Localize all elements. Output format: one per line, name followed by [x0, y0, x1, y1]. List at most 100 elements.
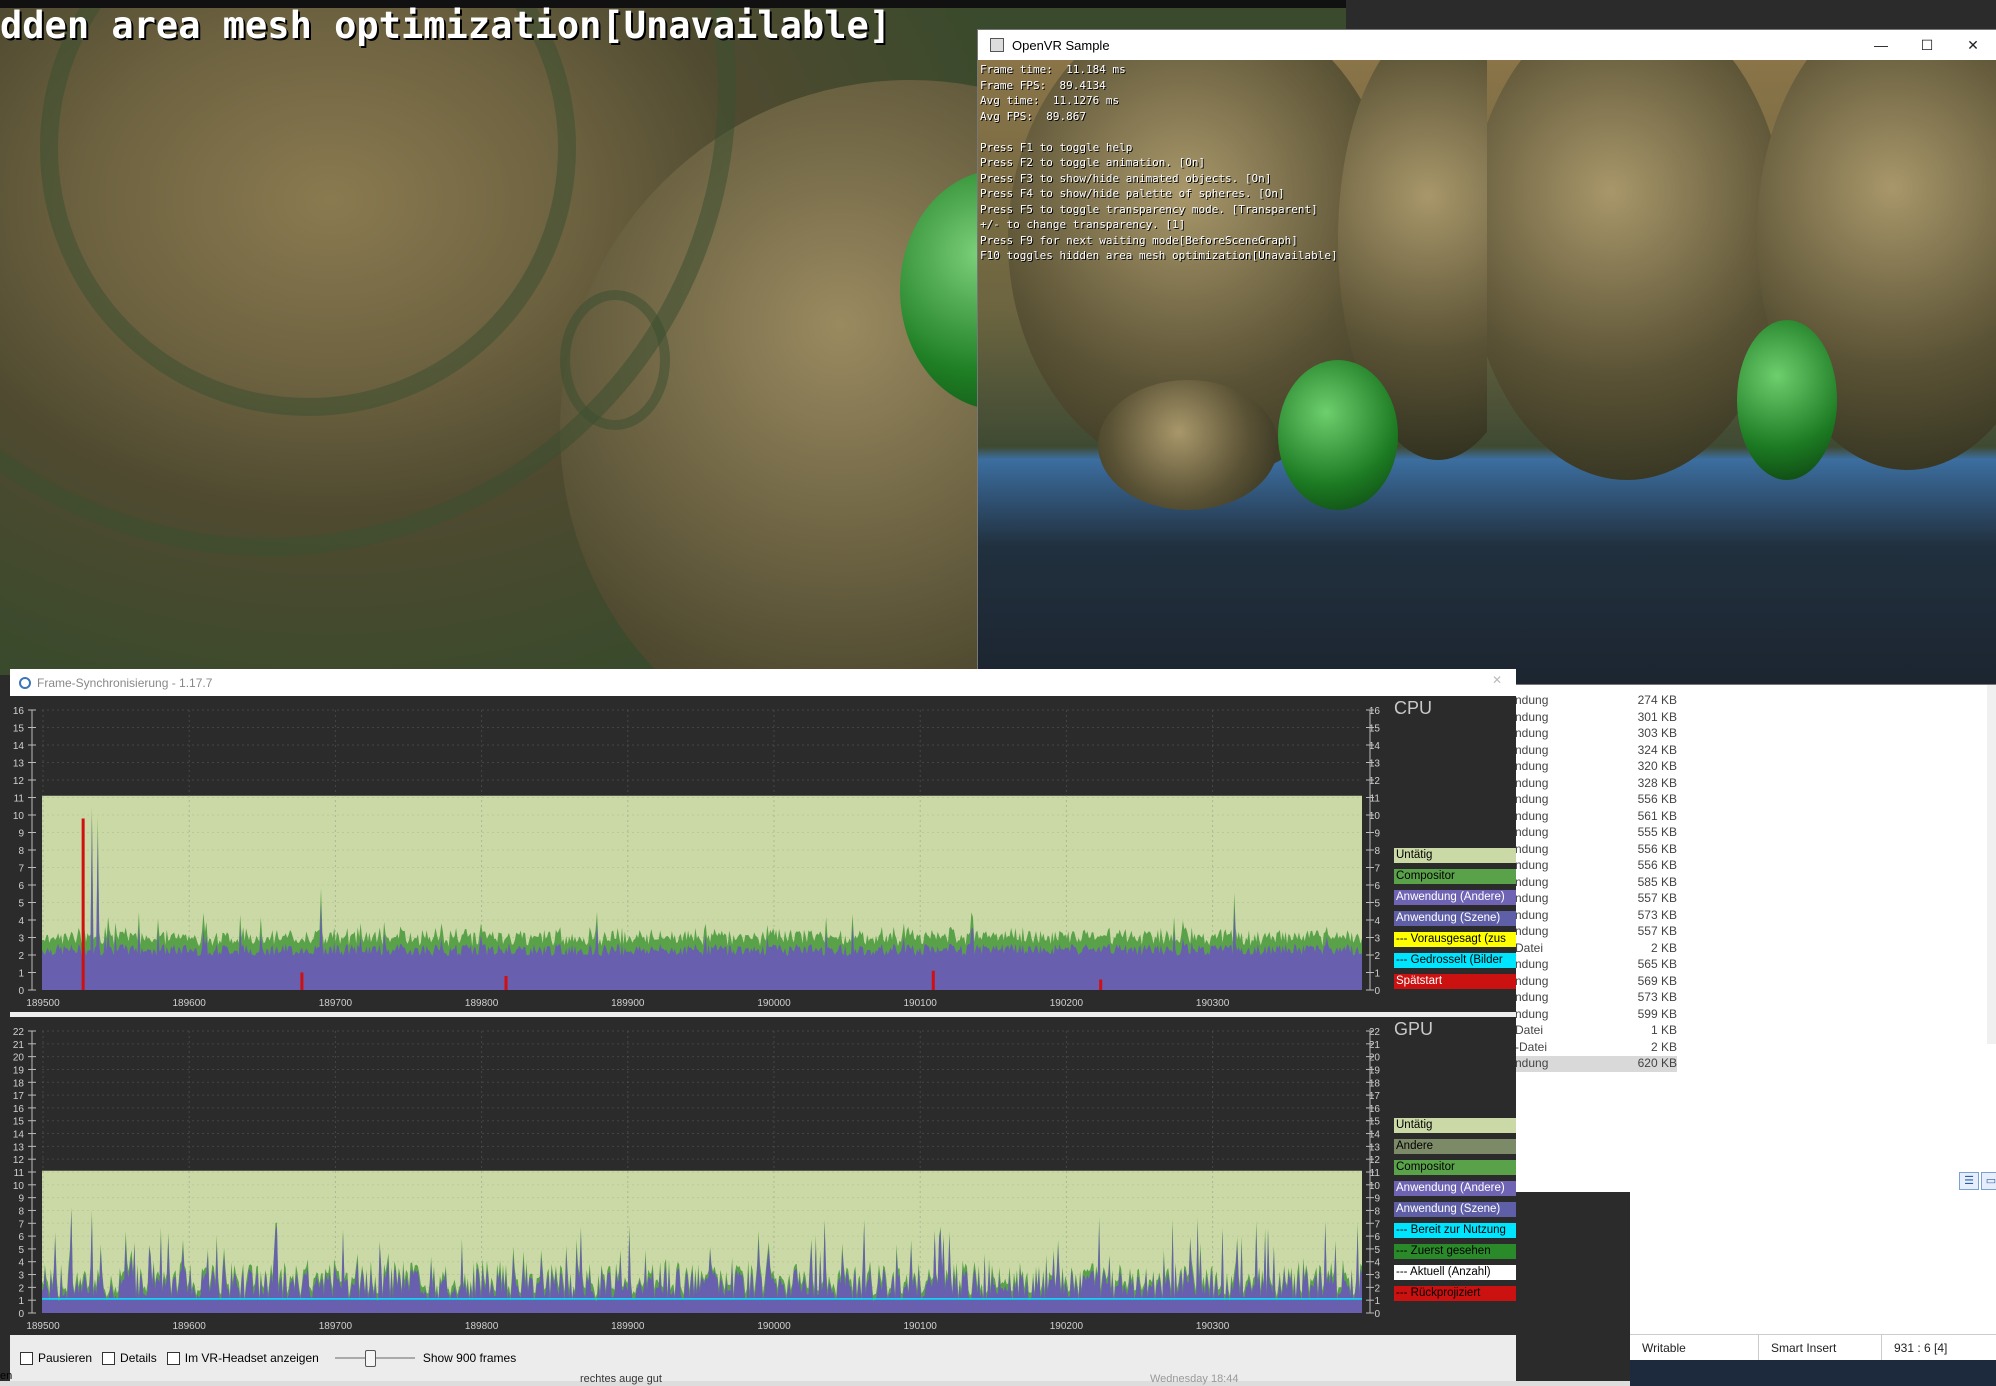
file-row[interactable]: ndung 320 KB: [1497, 759, 1677, 775]
file-size: 557 KB: [1637, 924, 1677, 938]
y-tick-label: 4: [18, 916, 24, 927]
file-row[interactable]: -Datei 2 KB: [1497, 1040, 1677, 1056]
legend-item[interactable]: Anwendung (Szene): [1394, 1202, 1516, 1217]
frames-label: Show 900 frames: [422, 1351, 517, 1365]
checkbox-box[interactable]: [102, 1351, 116, 1365]
file-name: ndung: [1515, 1006, 1549, 1021]
frame-timing-window[interactable]: Frame-Synchronisierung - 1.17.7 00112233…: [10, 669, 1516, 1381]
legend-item[interactable]: Untätig: [1394, 1118, 1516, 1133]
y-tick-label: 16: [13, 706, 25, 717]
green-sphere: [1278, 360, 1398, 510]
legend-item[interactable]: Anwendung (Andere): [1394, 890, 1516, 905]
checkbox-box[interactable]: [20, 1351, 33, 1365]
file-name: ndung: [1515, 742, 1549, 757]
file-name: ndung: [1515, 924, 1549, 938]
file-row[interactable]: ndung 585 KB: [1497, 875, 1677, 891]
y-tick-label: 2: [1374, 1283, 1380, 1294]
cpu-graph-title: CPU: [1394, 698, 1433, 718]
file-row[interactable]: ndung 557 KB: [1497, 891, 1677, 907]
legend-item[interactable]: Compositor: [1394, 869, 1516, 884]
x-tick-label: 189900: [611, 1321, 645, 1332]
file-size: 556 KB: [1637, 858, 1677, 872]
show-in-headset-checkbox[interactable]: Im VR-Headset anzeigen: [166, 1351, 319, 1365]
frame-timing-close-button[interactable]: ✕: [1492, 673, 1502, 687]
file-row[interactable]: Datei 1 KB: [1497, 1023, 1677, 1039]
x-tick-label: 189900: [611, 998, 645, 1009]
y-tick-label: 12: [1369, 776, 1381, 787]
y-tick-label: 20: [13, 1053, 25, 1064]
details-view-icon[interactable]: ☰: [1959, 1172, 1979, 1190]
file-row[interactable]: ndung 556 KB: [1497, 842, 1677, 858]
x-tick-label: 189500: [26, 998, 60, 1009]
legend-item[interactable]: Spätstart: [1394, 974, 1516, 989]
y-tick-label: 0: [18, 1309, 24, 1320]
frames-slider[interactable]: [334, 1348, 415, 1368]
window-title-bar[interactable]: Frame-Synchronisierung - 1.17.7: [10, 669, 1516, 696]
legend-item[interactable]: --- Aktuell (Anzahl): [1394, 1265, 1516, 1280]
legend-item[interactable]: Anwendung (Szene): [1394, 911, 1516, 926]
minimize-button[interactable]: —: [1858, 30, 1904, 60]
y-tick-label: 12: [13, 1155, 25, 1166]
y-tick-label: 1: [18, 1296, 24, 1307]
pause-checkbox[interactable]: Pausieren: [20, 1351, 92, 1365]
file-size: 555 KB: [1637, 825, 1677, 839]
file-row[interactable]: ndung 301 KB: [1497, 710, 1677, 726]
maximize-button[interactable]: ☐: [1904, 30, 1950, 60]
file-name: Datei: [1515, 1023, 1544, 1037]
slider-thumb[interactable]: [364, 1350, 376, 1367]
file-name: ndung: [1515, 808, 1549, 823]
underlay-date: Wednesday 18:44: [1150, 1373, 1239, 1385]
y-tick-label: 11: [1370, 1168, 1381, 1179]
file-row[interactable]: ndung 573 KB: [1497, 990, 1677, 1006]
late-start-bar: [300, 972, 304, 990]
vertical-scrollbar[interactable]: [1987, 684, 1996, 1044]
file-row[interactable]: ndung 556 KB: [1497, 792, 1677, 808]
legend-item[interactable]: --- Vorausgesagt (zus: [1394, 932, 1516, 947]
legend-item[interactable]: Compositor: [1394, 1160, 1516, 1175]
file-row[interactable]: ndung 620 KB: [1497, 1056, 1677, 1072]
file-row[interactable]: ndung 324 KB: [1497, 743, 1677, 759]
tiles-view-icon[interactable]: ▭: [1981, 1172, 1996, 1190]
legend-item[interactable]: Andere: [1394, 1139, 1516, 1154]
file-row[interactable]: ndung 328 KB: [1497, 776, 1677, 792]
details-checkbox[interactable]: Details: [102, 1351, 157, 1365]
checkbox-box[interactable]: [166, 1351, 180, 1365]
file-row[interactable]: ndung 274 KB: [1497, 693, 1677, 709]
file-row[interactable]: ndung 303 KB: [1497, 726, 1677, 742]
file-row[interactable]: ndung 569 KB: [1497, 974, 1677, 990]
file-size: 557 KB: [1637, 891, 1677, 905]
y-tick-label: 22: [1369, 1027, 1381, 1038]
underlay-text: rechtes auge gut: [580, 1373, 662, 1385]
x-tick-label: 190300: [1196, 1321, 1230, 1332]
window-title-bar[interactable]: OpenVR Sample — ☐ ✕: [978, 30, 1996, 60]
legend-item[interactable]: Untätig: [1394, 848, 1516, 863]
legend-item[interactable]: --- Zuerst gesehen: [1394, 1244, 1516, 1259]
file-row[interactable]: ndung 599 KB: [1497, 1007, 1677, 1023]
file-row[interactable]: Datei 2 KB: [1497, 941, 1677, 957]
overlay-line: Avg time: 11.1276 ms: [980, 94, 1120, 107]
y-tick-label: 13: [1369, 1142, 1381, 1153]
file-name: ndung: [1515, 792, 1549, 806]
file-name: ndung: [1515, 841, 1549, 856]
x-tick-label: 190300: [1196, 998, 1230, 1009]
y-tick-label: 15: [13, 724, 25, 735]
file-row[interactable]: ndung 555 KB: [1497, 825, 1677, 841]
y-tick-label: 1: [18, 969, 24, 980]
overlay-line: Press F4 to show/hide palette of spheres…: [980, 187, 1285, 200]
y-tick-label: 16: [1369, 706, 1381, 717]
y-tick-label: 4: [1374, 1258, 1380, 1269]
legend-item[interactable]: --- Rückprojiziert: [1394, 1286, 1516, 1301]
overlay-line: Press F3 to show/hide animated objects. …: [980, 171, 1272, 185]
file-row[interactable]: ndung 556 KB: [1497, 858, 1677, 874]
file-size: 2 KB: [1650, 940, 1677, 955]
close-button[interactable]: ✕: [1950, 30, 1996, 60]
file-row[interactable]: ndung 565 KB: [1497, 957, 1677, 973]
file-size: 303 KB: [1637, 726, 1677, 740]
legend-item[interactable]: --- Bereit zur Nutzung: [1394, 1223, 1516, 1238]
openvr-sample-window[interactable]: OpenVR Sample — ☐ ✕ Frame time: 11.184 m…: [978, 30, 1996, 684]
legend-item[interactable]: Anwendung (Andere): [1394, 1181, 1516, 1196]
file-row[interactable]: ndung 573 KB: [1497, 908, 1677, 924]
legend-item[interactable]: --- Gedrosselt (Bilder: [1394, 953, 1516, 968]
file-row[interactable]: ndung 561 KB: [1497, 809, 1677, 825]
file-row[interactable]: ndung 557 KB: [1497, 924, 1677, 940]
